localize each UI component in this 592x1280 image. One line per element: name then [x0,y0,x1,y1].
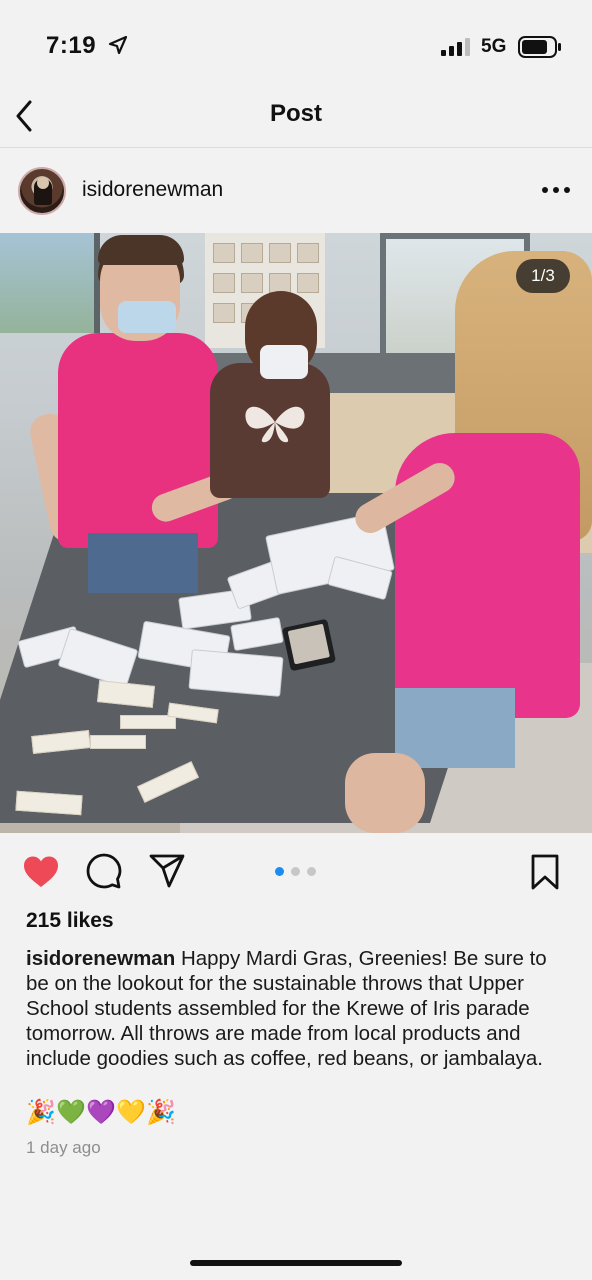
face-mask [118,301,176,333]
student-pink-top [58,333,218,548]
network-label: 5G [481,36,507,57]
green-heart-emoji: 💚 [56,1099,87,1126]
comment-icon[interactable] [86,853,122,889]
classroom-window [0,233,100,333]
bookmark-icon[interactable] [530,853,560,891]
party-popper-emoji: 🎉 [26,1099,57,1126]
butterfly-graphic [245,406,305,443]
status-time: 7:19 [46,32,97,59]
page-title: Post [269,100,322,127]
battery-icon [518,36,561,58]
carousel-dot[interactable] [307,867,316,876]
caption-emojis: 🎉💚💜💛🎉 [26,1098,176,1127]
student-jeans [88,533,198,593]
post-header: isidorenewman [0,149,592,233]
carousel-dot-active[interactable] [275,867,284,876]
carousel-counter: 1/3 [516,259,570,293]
smartphone [281,618,337,672]
home-indicator[interactable] [190,1260,402,1266]
ellipsis-icon[interactable] [540,185,572,195]
heart-icon[interactable] [22,855,60,889]
avatar[interactable] [18,167,66,215]
signal-bars-icon [441,38,470,56]
post-timestamp: 1 day ago [26,1138,101,1157]
denim-shorts [395,688,515,768]
nav-bar: Post [0,90,592,148]
student-leg [345,753,425,833]
caption-username[interactable]: isidorenewman [26,947,175,970]
carousel-indicator [273,867,319,877]
status-bar: 7:19 5G [0,0,592,90]
action-bar [0,833,592,913]
carousel-dot[interactable] [291,867,300,876]
purple-heart-emoji: 💜 [86,1099,117,1126]
like-count[interactable]: 215 likes [26,909,114,933]
avatar-face [37,177,49,189]
yellow-heart-emoji: 💛 [116,1099,147,1126]
post-caption: isidorenewman Happy Mardi Gras, Greenies… [26,946,574,1071]
face-mask [260,345,308,379]
post-photo[interactable]: 1/3 [0,233,592,833]
share-icon[interactable] [148,853,186,889]
post-username[interactable]: isidorenewman [82,178,223,202]
location-arrow-icon [108,35,128,55]
party-popper-emoji: 🎉 [146,1099,177,1126]
